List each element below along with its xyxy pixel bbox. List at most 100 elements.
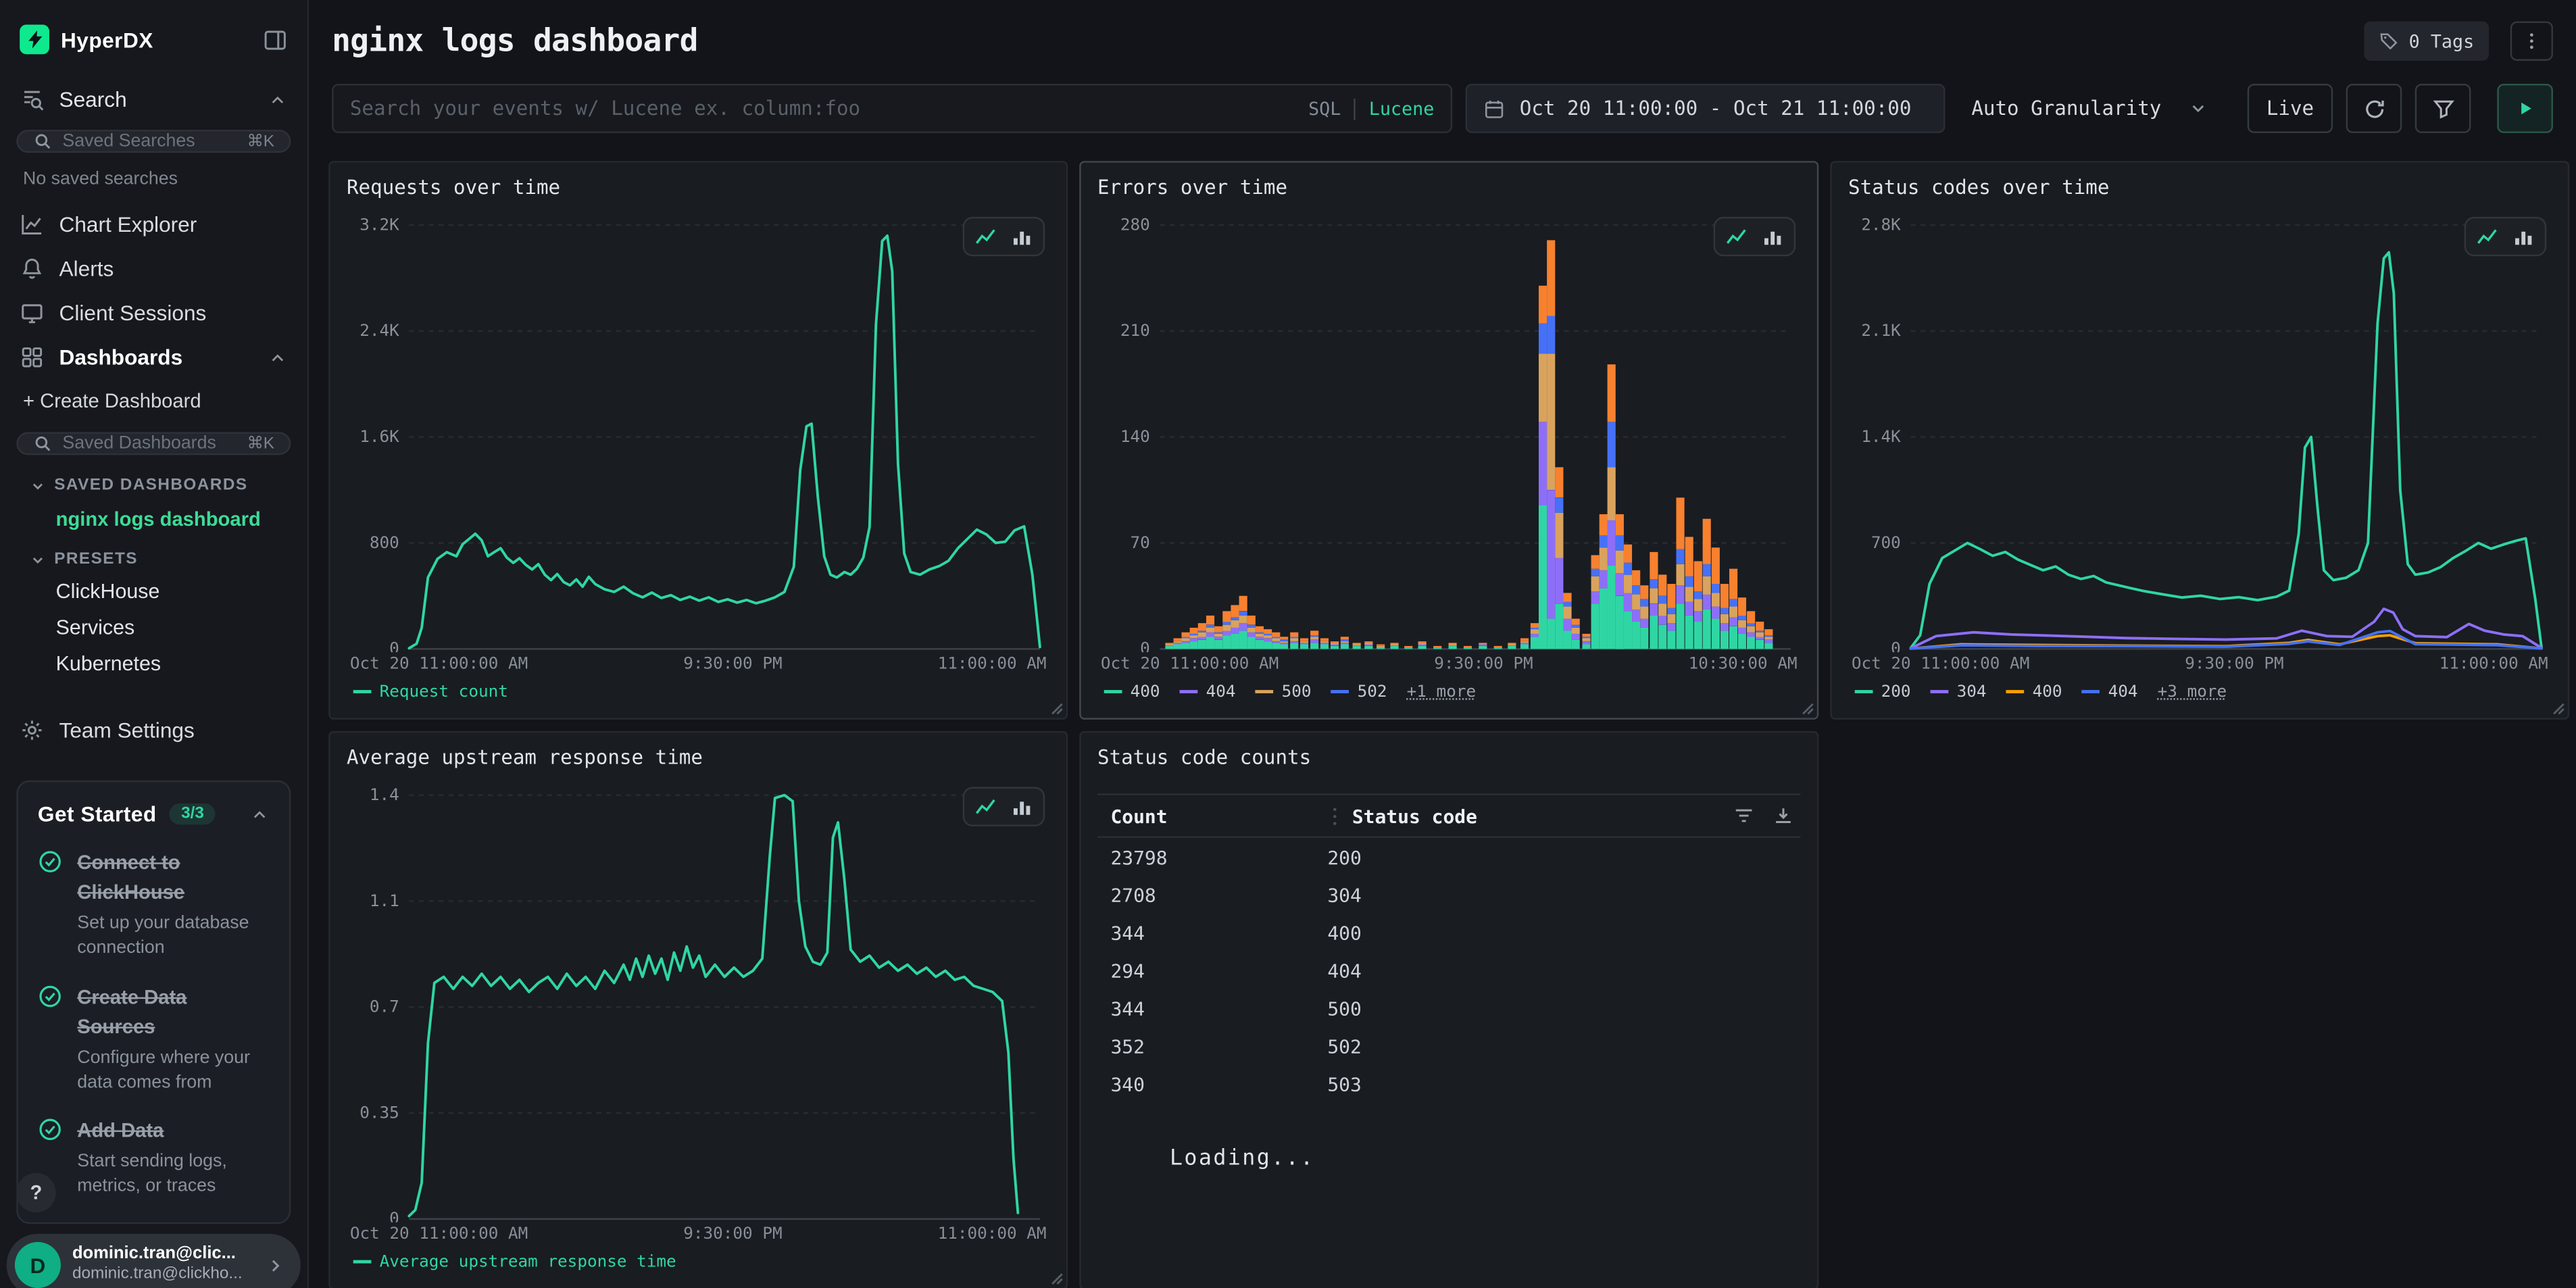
table-row[interactable]: 340503: [1097, 1064, 1801, 1102]
legend-item[interactable]: Request count: [353, 683, 508, 701]
saved-searches-input[interactable]: ⌘K: [16, 130, 291, 153]
filter-funnel-icon: [2431, 96, 2455, 120]
cell-status-code: 200: [1327, 845, 1362, 868]
live-button[interactable]: Live: [2248, 84, 2333, 133]
get-started-step[interactable]: Add Data Start sending logs, metrics, or…: [38, 1116, 270, 1199]
event-search-bar[interactable]: SQL Lucene: [332, 84, 1452, 133]
create-dashboard-button[interactable]: + Create Dashboard: [0, 380, 307, 426]
x-axis-label: Oct 20 11:00:00 AM: [1852, 655, 2029, 678]
table-row[interactable]: 344400: [1097, 914, 1801, 951]
sidebar-item-services[interactable]: Services: [0, 610, 307, 645]
legend-more[interactable]: +1 more: [1407, 683, 1476, 701]
bar-chart-icon[interactable]: [1010, 225, 1033, 248]
status-codes-chart[interactable]: 07001.4K2.1K2.8K: [1848, 209, 2552, 652]
sidebar-item-nginx-logs-dashboard[interactable]: nginx logs dashboard: [0, 499, 307, 539]
download-icon[interactable]: [1773, 805, 1794, 826]
sidebar-item-clickhouse[interactable]: ClickHouse: [0, 573, 307, 609]
x-axis-labels: Oct 20 11:00:00 AM9:30:00 PM11:00:00 AM: [347, 652, 1050, 678]
legend-item[interactable]: 502: [1331, 683, 1387, 701]
line-chart-icon[interactable]: [974, 795, 997, 818]
saved-dashboards-field[interactable]: [62, 434, 237, 453]
bar-chart-icon[interactable]: [1010, 795, 1033, 818]
legend-item[interactable]: Average upstream response time: [353, 1253, 676, 1271]
lucene-toggle[interactable]: Lucene: [1354, 98, 1435, 120]
help-button[interactable]: ?: [16, 1173, 55, 1212]
resize-handle-icon[interactable]: [1801, 701, 1814, 714]
sidebar-item-search[interactable]: Search: [0, 76, 307, 124]
chevron-up-icon[interactable]: [250, 804, 270, 824]
run-query-button[interactable]: [2497, 84, 2553, 133]
presets-section[interactable]: PRESETS: [0, 539, 307, 573]
sidebar-item-client-sessions[interactable]: Client Sessions: [0, 291, 307, 335]
step-title: Add Data: [77, 1120, 164, 1143]
filter-button[interactable]: [2415, 84, 2471, 133]
legend-item[interactable]: 404: [2082, 683, 2138, 701]
legend-item[interactable]: 400: [1104, 683, 1160, 701]
get-started-step[interactable]: Create Data Sources Configure where your…: [38, 982, 270, 1095]
granularity-select[interactable]: Auto Granularity: [1958, 84, 2221, 133]
avg-upstream-chart[interactable]: 00.350.71.11.4: [347, 778, 1050, 1222]
legend-item[interactable]: 404: [1180, 683, 1236, 701]
svg-text:0: 0: [389, 1208, 399, 1222]
saved-dashboards-section[interactable]: SAVED DASHBOARDS: [0, 465, 307, 499]
monitor-icon: [20, 301, 44, 325]
x-axis-label: 11:00:00 AM: [2439, 655, 2548, 678]
sidebar-item-chart-explorer[interactable]: Chart Explorer: [0, 202, 307, 247]
chart-legend: Average upstream response time: [347, 1249, 1050, 1275]
refresh-button[interactable]: [2346, 84, 2402, 133]
sidebar-item-kubernetes[interactable]: Kubernetes: [0, 645, 307, 681]
table-row[interactable]: 344500: [1097, 989, 1801, 1027]
sidebar-item-dashboards[interactable]: Dashboards: [0, 335, 307, 380]
resize-handle-icon[interactable]: [1049, 701, 1062, 714]
section-label: PRESETS: [54, 550, 138, 568]
requests-chart[interactable]: 08001.6K2.4K3.2K: [347, 209, 1050, 652]
saved-searches-field[interactable]: [62, 131, 237, 151]
chevron-up-icon[interactable]: [268, 347, 287, 367]
get-started-step[interactable]: Connect to ClickHouse Set up your databa…: [38, 847, 270, 960]
get-started-title: Get Started: [38, 801, 157, 826]
column-header-status-code[interactable]: Status code: [1352, 804, 1477, 827]
bar-chart-icon[interactable]: [1761, 225, 1784, 248]
sidebar-item-team-settings[interactable]: Team Settings: [0, 708, 307, 753]
tags-button[interactable]: 0 Tags: [2364, 22, 2489, 61]
cell-count: 23798: [1097, 845, 1327, 868]
date-range-picker[interactable]: Oct 20 11:00:00 - Oct 21 11:00:00: [1466, 84, 1946, 133]
hyperdx-logo-icon: [20, 24, 49, 54]
column-drag-handle-icon[interactable]: [1327, 806, 1342, 825]
step-desc: Set up your database connection: [77, 912, 269, 960]
filter-lines-icon[interactable]: [1733, 805, 1755, 826]
svg-text:800: 800: [370, 532, 399, 552]
resize-handle-icon[interactable]: [2552, 701, 2565, 714]
legend-item[interactable]: 400: [2006, 683, 2062, 701]
bar-chart-icon[interactable]: [2512, 225, 2535, 248]
line-chart-icon[interactable]: [1725, 225, 1748, 248]
table-row[interactable]: 294404: [1097, 951, 1801, 989]
table-row[interactable]: 352502: [1097, 1026, 1801, 1064]
sql-toggle[interactable]: SQL: [1308, 98, 1354, 120]
x-axis-label: Oct 20 11:00:00 AM: [1101, 655, 1279, 678]
errors-chart[interactable]: 070140210280: [1097, 209, 1801, 652]
sidebar-collapse-icon[interactable]: [263, 27, 287, 51]
user-menu[interactable]: D dominic.tran@clic... dominic.tran@clic…: [7, 1234, 301, 1288]
table-row[interactable]: 23798200: [1097, 838, 1801, 876]
line-chart-icon[interactable]: [2476, 225, 2499, 248]
sidebar-item-alerts[interactable]: Alerts: [0, 247, 307, 291]
dashboard-menu-button[interactable]: [2510, 22, 2553, 61]
column-header-count[interactable]: Count: [1097, 804, 1327, 827]
legend-item[interactable]: 500: [1256, 683, 1312, 701]
resize-handle-icon[interactable]: [1049, 1272, 1062, 1285]
main-content: nginx logs dashboard 0 Tags: [309, 0, 2576, 1288]
chart-title: Average upstream response time: [347, 746, 1050, 779]
line-chart-icon[interactable]: [974, 225, 997, 248]
legend-more[interactable]: +3 more: [2158, 683, 2227, 701]
svg-text:0: 0: [1891, 639, 1901, 653]
x-axis-label: 9:30:00 PM: [1434, 655, 1533, 678]
saved-dashboards-input[interactable]: ⌘K: [16, 432, 291, 455]
chevron-up-icon[interactable]: [268, 89, 287, 109]
legend-item[interactable]: 304: [1931, 683, 1987, 701]
table-row[interactable]: 2708304: [1097, 876, 1801, 914]
x-axis-labels: Oct 20 11:00:00 AM9:30:00 PM11:00:00 AM: [1848, 652, 2552, 678]
chevron-right-icon: [266, 1256, 284, 1274]
search-input[interactable]: [350, 97, 1295, 120]
legend-item[interactable]: 200: [1855, 683, 1911, 701]
